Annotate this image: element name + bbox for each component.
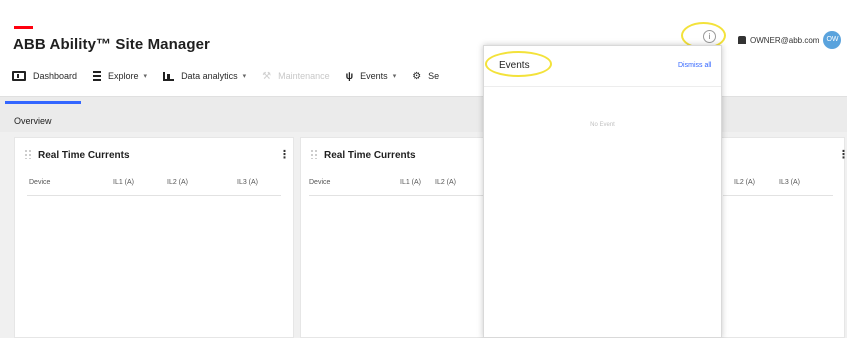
app-title: ABB Ability™ Site Manager [13, 36, 210, 53]
nav-events-label: Events [360, 71, 388, 81]
divider [723, 195, 833, 196]
avatar[interactable]: OW [823, 31, 842, 49]
nav-dashboard-label: Dashboard [33, 71, 78, 81]
drag-handle-icon[interactable] [310, 149, 318, 159]
user-menu[interactable]: OWNER@abb.com OW [738, 31, 842, 49]
events-panel: Events Dismiss all No Event [483, 45, 722, 338]
highlight-circle [485, 51, 552, 77]
events-icon: ψ [345, 70, 354, 82]
chevron-down-icon: ▾ [143, 73, 148, 80]
column-header: IL2 (A) [167, 179, 189, 186]
explore-icon [93, 71, 102, 81]
dismiss-all-link[interactable]: Dismiss all [678, 62, 711, 69]
more-vertical-icon[interactable]: ⋮ [838, 148, 847, 161]
dashboard-icon [12, 71, 26, 81]
user-icon [738, 36, 746, 44]
divider [309, 195, 489, 196]
column-header: IL1 (A) [113, 179, 135, 186]
column-header: Device [29, 179, 51, 186]
brand-accent-line [14, 26, 33, 29]
column-header: IL3 (A) [237, 179, 259, 186]
card-title: Real Time Currents [38, 150, 130, 161]
more-vertical-icon[interactable]: ⋮ [279, 148, 290, 161]
chevron-down-icon: ▾ [242, 73, 247, 80]
nav-dashboard[interactable]: Dashboard [12, 71, 77, 81]
column-header: IL2 (A) [435, 179, 457, 186]
drag-handle-icon[interactable] [24, 149, 32, 159]
column-header: IL1 (A) [400, 179, 422, 186]
card-title: Real Time Currents [324, 150, 416, 161]
nav-explore-label: Explore [108, 71, 139, 81]
empty-state-text: No Event [590, 122, 615, 128]
tab-overview[interactable]: Overview [5, 101, 81, 129]
divider [27, 195, 281, 196]
column-header: IL2 (A) [734, 179, 756, 186]
wrench-icon: ⚒ [262, 70, 272, 82]
analytics-icon [163, 71, 175, 81]
widget-card: Real Time Currents Device IL1 (A) IL2 (A… [300, 137, 500, 338]
main-nav: Dashboard Explore ▾ Data analytics ▾ ⚒ M… [12, 67, 455, 85]
nav-maintenance-label: Maintenance [278, 71, 330, 81]
column-header: IL3 (A) [779, 179, 801, 186]
nav-maintenance[interactable]: ⚒ Maintenance [262, 71, 330, 82]
widget-card: Real Time Currents ⋮ Device IL1 (A) IL2 … [14, 137, 294, 338]
chevron-down-icon: ▾ [392, 73, 397, 80]
nav-events[interactable]: ψ Events ▾ [346, 71, 397, 82]
nav-settings-label: Se [428, 71, 440, 81]
column-header: Device [309, 179, 331, 186]
nav-data-analytics[interactable]: Data analytics ▾ [163, 71, 246, 81]
divider [484, 86, 721, 87]
nav-data-analytics-label: Data analytics [181, 71, 238, 81]
nav-settings[interactable]: ⚙ Se [412, 71, 439, 82]
nav-explore[interactable]: Explore ▾ [93, 71, 147, 81]
gear-icon: ⚙ [412, 70, 422, 82]
user-email: OWNER@abb.com [750, 35, 820, 45]
